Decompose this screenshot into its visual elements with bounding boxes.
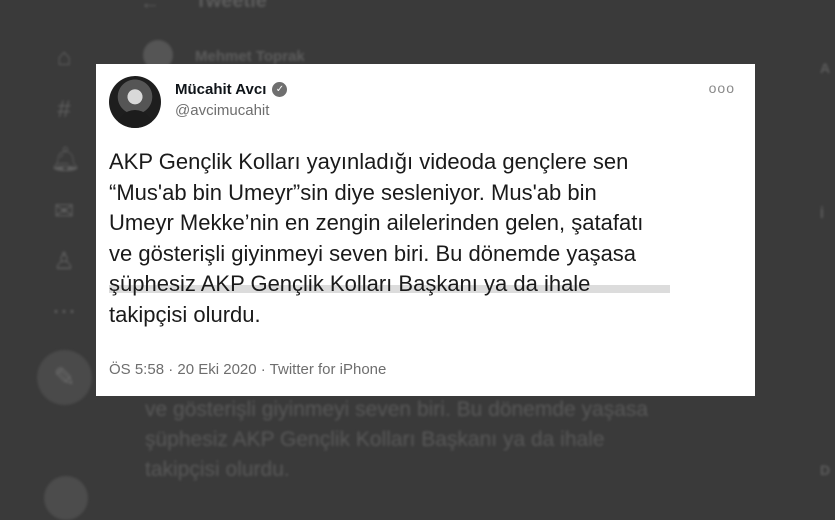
sidebar-letter: A xyxy=(820,60,831,76)
tweet-timestamp[interactable]: ÖS 5:58 · 20 Eki 2020 · Twitter for iPho… xyxy=(109,361,386,378)
more-options-icon[interactable]: ooo xyxy=(709,80,735,96)
compose-tweet-button[interactable]: ✎ xyxy=(37,350,92,405)
author-name[interactable]: Mücahit Avcı xyxy=(175,81,266,98)
home-icon[interactable]: ⌂ xyxy=(50,44,78,72)
messages-icon[interactable]: ✉ xyxy=(50,198,78,226)
tweet-text-line: takipçisi olurdu. xyxy=(109,301,261,327)
author-handle[interactable]: @avcimucahit xyxy=(175,102,269,119)
back-arrow-icon[interactable]: ← xyxy=(140,0,160,15)
author-row: Mücahit Avcı ✓ xyxy=(175,81,288,98)
tweet-text-line: “Mus'ab bin Umeyr”sin diye sesleniyor. M… xyxy=(109,179,597,205)
account-avatar[interactable] xyxy=(44,476,88,520)
tweet-text-line-highlighted: şüphesiz AKP Gençlik Kolları Başkanı ya … xyxy=(109,271,671,296)
background-author-name: Mehmet Toprak xyxy=(195,48,305,65)
tweet-text-line: Umeyr Mekke’nin en zengin ailelerinden g… xyxy=(109,210,644,235)
tweet-card: Mücahit Avcı ✓ @avcimucahit ooo AKP Genç… xyxy=(96,64,755,396)
profile-icon[interactable]: ♙ xyxy=(50,248,78,276)
tweet-text-line: ve gösterişli giyinmeyi seven biri. Bu d… xyxy=(109,240,637,266)
explore-icon[interactable]: # xyxy=(50,96,78,124)
background-text-line: ve gösterişli giyinmeyi seven biri. Bu d… xyxy=(145,398,649,421)
notifications-icon[interactable]: 🔔︎ xyxy=(50,146,80,174)
header-title: Tweetle xyxy=(195,0,267,12)
sidebar-letter: İ xyxy=(820,205,824,221)
avatar[interactable] xyxy=(109,76,161,128)
sidebar-letter: D xyxy=(820,462,831,478)
background-text-line: takipçisi olurdu. xyxy=(145,458,290,481)
verified-badge-icon: ✓ xyxy=(272,82,288,97)
background-text-line: şüphesiz AKP Gençlik Kolları Başkanı ya … xyxy=(145,428,605,451)
more-icon[interactable]: ⋯ xyxy=(50,298,78,326)
tweet-text-line: AKP Gençlik Kolları yayınladığı videoda … xyxy=(109,149,629,174)
tweet-text: AKP Gençlik Kolları yayınladığı videoda … xyxy=(109,147,739,330)
